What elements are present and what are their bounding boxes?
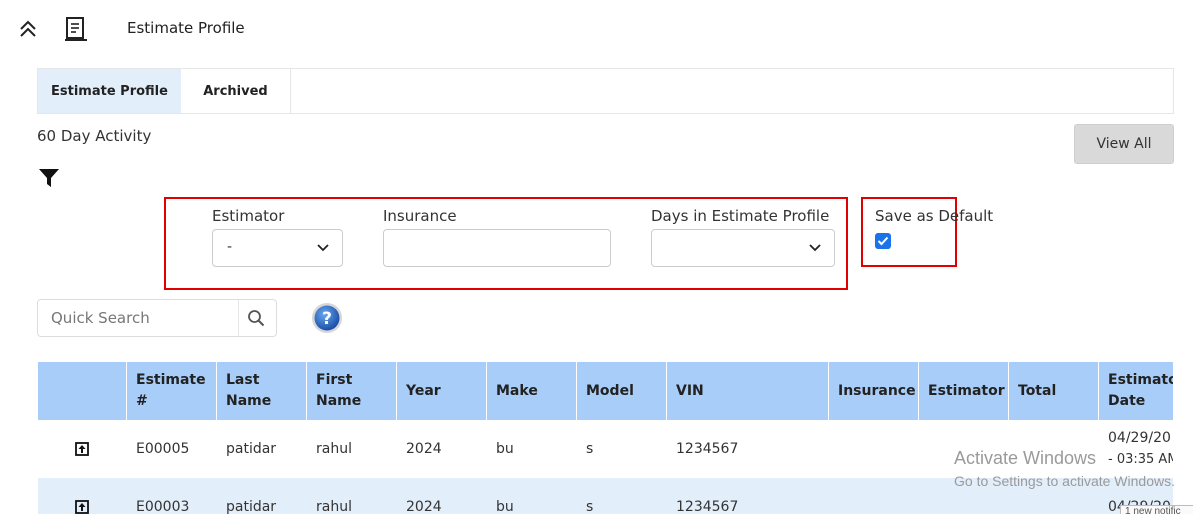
chevron-down-icon [317, 244, 329, 252]
col-action [38, 362, 127, 420]
tab-estimate-profile[interactable]: Estimate Profile [38, 69, 181, 113]
cell-estimate-number: E00003 [136, 498, 190, 514]
col-first-name[interactable]: First Name [307, 362, 397, 420]
open-estimate-icon[interactable] [75, 500, 89, 514]
estimator-value: - [227, 239, 233, 255]
col-estimate-number[interactable]: Estimate # [127, 362, 217, 420]
col-estimator-date[interactable]: Estimator Date [1099, 362, 1173, 420]
estimator-select[interactable]: - [212, 229, 343, 267]
days-label: Days in Estimate Profile [651, 207, 830, 225]
cell-vin: 1234567 [676, 498, 739, 514]
tab-archived[interactable]: Archived [181, 69, 291, 113]
col-insurance[interactable]: Insurance [829, 362, 919, 420]
col-year[interactable]: Year [397, 362, 487, 420]
cell-make: bu [496, 440, 514, 457]
notification-toast[interactable]: 1 new notific [1120, 505, 1193, 514]
help-icon[interactable]: ? [311, 302, 343, 334]
open-estimate-icon[interactable] [75, 442, 89, 456]
col-estimator[interactable]: Estimator [919, 362, 1009, 420]
insurance-label: Insurance [383, 207, 457, 225]
estimate-table: Estimate # Last Name First Name Year Mak… [38, 362, 1173, 514]
quick-search-input[interactable] [39, 301, 239, 335]
insurance-input[interactable] [383, 229, 611, 267]
cell-last-name: patidar [226, 498, 277, 514]
cell-insurance [829, 420, 838, 478]
cell-model: s [586, 498, 594, 514]
col-vin[interactable]: VIN [667, 362, 829, 420]
col-model[interactable]: Model [577, 362, 667, 420]
col-last-name[interactable]: Last Name [217, 362, 307, 420]
search-divider [238, 300, 239, 336]
table-header: Estimate # Last Name First Name Year Mak… [38, 362, 1173, 420]
chevron-down-icon [809, 244, 821, 252]
cell-year: 2024 [406, 440, 442, 457]
top-bar: Estimate Profile [0, 0, 1193, 56]
cell-estimator [919, 420, 928, 478]
cell-model: s [586, 440, 594, 457]
tab-bar: Estimate Profile Archived [37, 68, 1174, 114]
save-default-checkbox[interactable] [875, 233, 891, 249]
cell-last-name: patidar [226, 440, 277, 457]
cell-make: bu [496, 498, 514, 514]
check-icon [877, 236, 889, 246]
estimate-document-icon [65, 17, 87, 41]
filter-icon[interactable] [38, 168, 60, 188]
quick-search [37, 299, 277, 337]
cell-first-name: rahul [316, 440, 352, 457]
cell-year: 2024 [406, 498, 442, 514]
svg-text:?: ? [322, 309, 332, 329]
col-make[interactable]: Make [487, 362, 577, 420]
search-icon[interactable] [247, 309, 265, 327]
cell-first-name: rahul [316, 498, 352, 514]
col-total[interactable]: Total [1009, 362, 1099, 420]
page-title: Estimate Profile [127, 19, 245, 37]
activity-label: 60 Day Activity [37, 127, 152, 145]
watermark-title: Activate Windows [954, 448, 1097, 468]
save-default-label: Save as Default [875, 207, 994, 225]
watermark-subtitle: Go to Settings to activate Windows. [954, 473, 1175, 489]
cell-vin: 1234567 [676, 440, 739, 457]
view-all-button[interactable]: View All [1074, 124, 1174, 164]
cell-insurance [829, 478, 838, 514]
cell-estimator [919, 478, 928, 514]
cell-estimate-number: E00005 [136, 440, 190, 457]
activation-watermark: Activate Windows Go to Settings to activ… [954, 448, 1175, 489]
cell-date: 04/29/20 [1108, 430, 1171, 446]
estimator-label: Estimator [212, 207, 285, 225]
days-select[interactable] [651, 229, 835, 267]
double-chevron-up-icon[interactable] [18, 18, 38, 40]
